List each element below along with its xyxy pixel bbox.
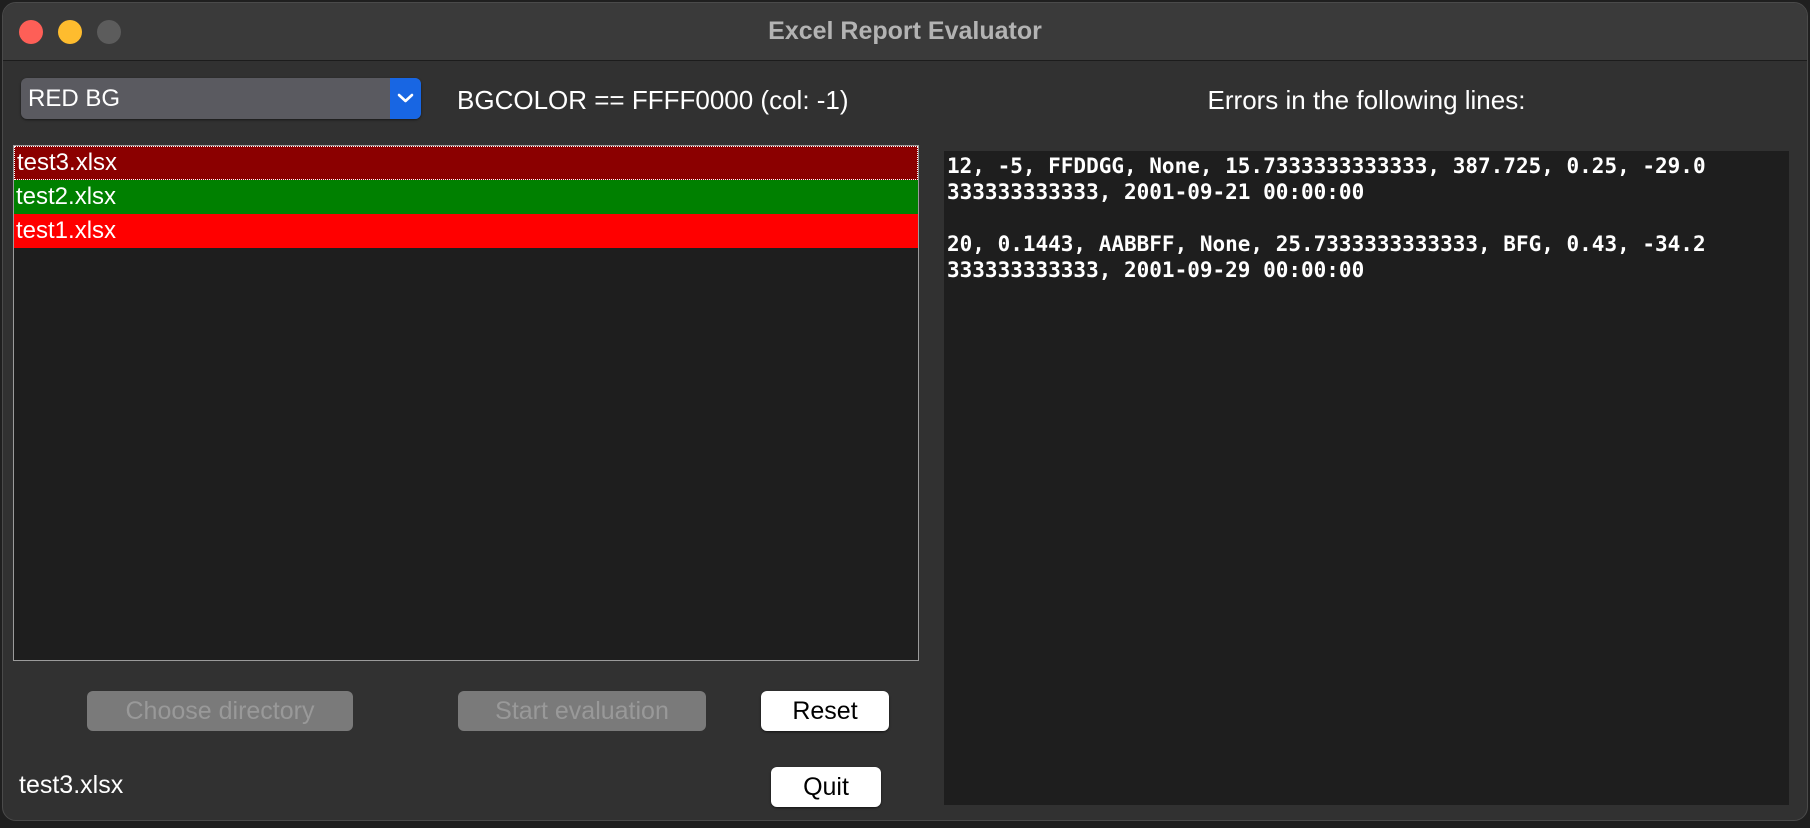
- file-list[interactable]: test3.xlsx test2.xlsx test1.xlsx: [13, 145, 919, 661]
- errors-heading: Errors in the following lines:: [1207, 85, 1526, 115]
- file-list-item[interactable]: test1.xlsx: [14, 214, 918, 248]
- error-lines-text[interactable]: 12, -5, FFDDGG, None, 15.7333333333333, …: [944, 151, 1789, 805]
- quit-button[interactable]: Quit: [771, 767, 881, 807]
- file-list-item[interactable]: test3.xlsx: [14, 146, 918, 180]
- chevron-down-icon: [397, 93, 414, 103]
- title-bar: Excel Report Evaluator: [3, 3, 1807, 61]
- rule-description: BGCOLOR == FFFF0000 (col: -1): [457, 85, 849, 115]
- start-evaluation-button[interactable]: Start evaluation: [458, 691, 706, 731]
- error-line: 12, -5, FFDDGG, None, 15.7333333333333, …: [947, 154, 1706, 204]
- rule-select-value: RED BG: [28, 85, 121, 112]
- file-list-item[interactable]: test2.xlsx: [14, 180, 918, 214]
- rule-select-arrow[interactable]: [390, 78, 421, 119]
- current-file-label: test3.xlsx: [19, 771, 124, 799]
- choose-directory-button[interactable]: Choose directory: [87, 691, 353, 731]
- rule-select[interactable]: RED BG: [21, 78, 421, 119]
- window-title: Excel Report Evaluator: [768, 17, 1042, 45]
- error-line: 20, 0.1443, AABBFF, None, 25.73333333333…: [947, 232, 1706, 282]
- reset-button[interactable]: Reset: [761, 691, 889, 731]
- app-window: Excel Report Evaluator RED BG BGCOLOR ==…: [2, 2, 1808, 821]
